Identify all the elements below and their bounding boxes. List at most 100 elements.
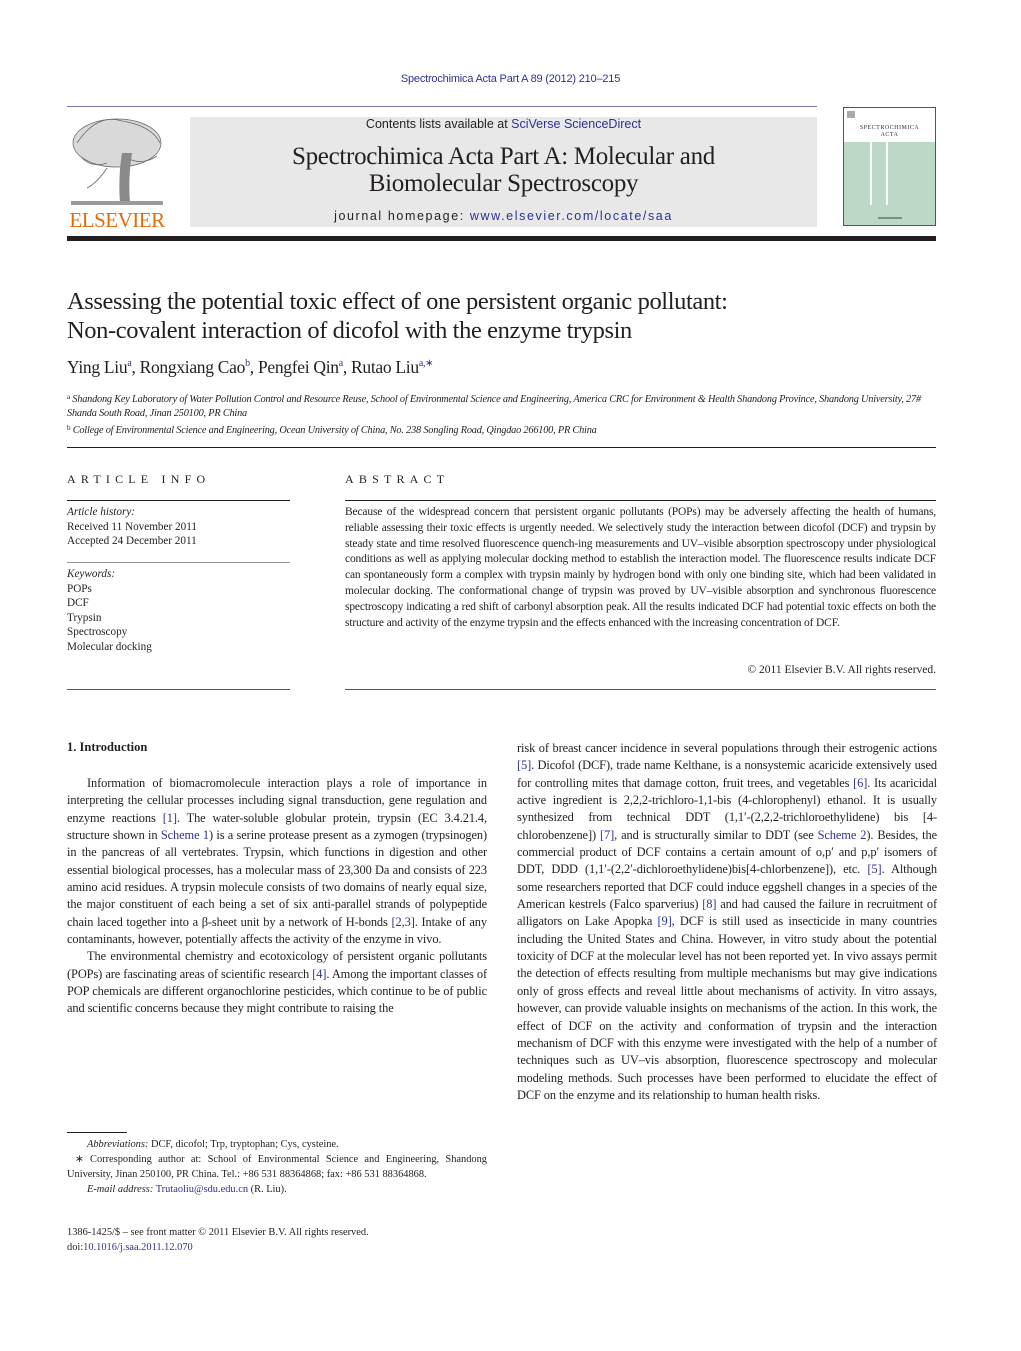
journal-cover-thumbnail[interactable]: SPECTROCHIMICA ACTA bbox=[843, 107, 936, 226]
title-line: Assessing the potential toxic effect of … bbox=[67, 288, 728, 315]
sciencedirect-link[interactable]: SciVerse ScienceDirect bbox=[511, 117, 641, 131]
author[interactable]: Rutao Liua,∗ bbox=[351, 357, 434, 377]
keyword: Trypsin bbox=[67, 611, 102, 624]
keyword: DCF bbox=[67, 597, 89, 610]
homepage-line: journal homepage: www.elsevier.com/locat… bbox=[190, 209, 817, 223]
author[interactable]: Ying Liua bbox=[67, 357, 132, 377]
email-label: E-mail address: bbox=[87, 1184, 154, 1195]
footnote-rule bbox=[67, 1132, 127, 1133]
affiliation-text: Shandong Key Laboratory of Water Polluti… bbox=[67, 394, 921, 419]
divider bbox=[67, 106, 817, 107]
doi-prefix: doi: bbox=[67, 1242, 84, 1253]
doi-line: doi:10.1016/j.saa.2011.12.070 bbox=[67, 1240, 487, 1255]
author-name: Pengfei Qin bbox=[257, 357, 339, 377]
paragraph-continued: risk of breast cancer incidence in sever… bbox=[517, 740, 937, 1104]
reference-link[interactable]: [5] bbox=[517, 758, 531, 772]
keywords: Keywords: POPs DCF Trypsin Spectroscopy … bbox=[67, 567, 290, 655]
paragraph: Information of biomacromolecule interact… bbox=[67, 775, 487, 948]
elsevier-wordmark: ELSEVIER bbox=[69, 208, 165, 232]
keywords-label: Keywords: bbox=[67, 568, 116, 580]
divider bbox=[67, 689, 290, 690]
article-history: Article history: Received 11 November 20… bbox=[67, 505, 290, 549]
affiliation-mark[interactable]: a,∗ bbox=[419, 358, 434, 369]
reference-link[interactable]: [1] bbox=[163, 811, 177, 825]
text-run: risk of breast cancer incidence in sever… bbox=[517, 741, 937, 755]
cover-footer bbox=[878, 217, 902, 219]
affiliation: a Shandong Key Laboratory of Water Pollu… bbox=[67, 390, 937, 421]
journal-title-line: Biomolecular Spectroscopy bbox=[368, 170, 639, 197]
author-list: Ying Liua, Rongxiang Caob, Pengfei Qina,… bbox=[67, 357, 434, 377]
divider bbox=[67, 500, 290, 501]
abbreviations-footnote: Abbreviations: DCF, dicofol; Trp, trypto… bbox=[67, 1137, 487, 1152]
keyword: POPs bbox=[67, 582, 92, 595]
reference-link[interactable]: [4] bbox=[312, 967, 326, 981]
contents-prefix: Contents lists available at bbox=[365, 117, 512, 131]
reference-link[interactable]: [9] bbox=[658, 914, 672, 928]
contents-line: Contents lists available at SciVerse Sci… bbox=[190, 117, 817, 131]
corresponding-author-footnote: ∗ Corresponding author at: School of Env… bbox=[67, 1154, 487, 1180]
cover-stripe bbox=[870, 142, 872, 205]
affiliation: b College of Environmental Science and E… bbox=[67, 421, 937, 438]
reference-link[interactable]: [8] bbox=[702, 897, 716, 911]
front-matter: 1386-1425/$ – see front matter © 2011 El… bbox=[67, 1225, 487, 1255]
title-line: Non-covalent interaction of dicofol with… bbox=[67, 317, 632, 344]
section-heading-introduction: 1. Introduction bbox=[67, 740, 148, 754]
received-date: Received 11 November 2011 bbox=[67, 520, 197, 533]
divider bbox=[345, 689, 936, 690]
abbreviations-text: DCF, dicofol; Trp, tryptophan; Cys, cyst… bbox=[148, 1139, 339, 1150]
email-link[interactable]: Trutaoliu@sdu.edu.cn bbox=[156, 1184, 248, 1195]
reference-link[interactable]: [6] bbox=[853, 776, 867, 790]
journal-title: Spectrochimica Acta Part A: Molecular an… bbox=[190, 143, 817, 197]
cover-title-line: SPECTROCHIMICA bbox=[859, 125, 920, 131]
author-name: Rutao Liu bbox=[351, 357, 419, 377]
affiliation-text: College of Environmental Science and Eng… bbox=[72, 425, 597, 436]
affiliation-mark: b bbox=[67, 424, 71, 432]
abbreviations-label: Abbreviations: bbox=[87, 1139, 149, 1150]
article-title: Assessing the potential toxic effect of … bbox=[67, 287, 947, 345]
homepage-link[interactable]: www.elsevier.com/locate/saa bbox=[470, 209, 673, 223]
affiliation-mark[interactable]: b bbox=[245, 358, 250, 369]
issn-line: 1386-1425/$ – see front matter © 2011 El… bbox=[67, 1227, 369, 1238]
reference-link[interactable]: [5] bbox=[867, 862, 881, 876]
journal-citation[interactable]: Spectrochimica Acta Part A 89 (2012) 210… bbox=[0, 73, 1021, 85]
author-name: Rongxiang Cao bbox=[139, 357, 246, 377]
affiliation-mark[interactable]: a bbox=[127, 358, 131, 369]
body-column-right: risk of breast cancer incidence in sever… bbox=[517, 740, 937, 1104]
cover-title-line: ACTA bbox=[880, 132, 899, 138]
author-name: Ying Liu bbox=[67, 357, 128, 377]
cover-logo-icon bbox=[847, 111, 855, 118]
divider bbox=[67, 447, 936, 448]
footnotes: Abbreviations: DCF, dicofol; Trp, trypto… bbox=[67, 1137, 487, 1197]
doi-link[interactable]: 10.1016/j.saa.2011.12.070 bbox=[83, 1242, 193, 1253]
text-run: ) is a serine protease present as a zymo… bbox=[67, 828, 487, 929]
article-info-heading: ARTICLE INFO bbox=[67, 472, 211, 486]
body-column-left: Information of biomacromolecule interact… bbox=[67, 775, 487, 1018]
abstract-copyright: © 2011 Elsevier B.V. All rights reserved… bbox=[747, 664, 936, 676]
keyword: Molecular docking bbox=[67, 640, 152, 653]
text-run: , DCF is still used as insecticide in ma… bbox=[517, 914, 937, 1102]
history-label: Article history: bbox=[67, 506, 136, 518]
cover-title: SPECTROCHIMICA ACTA bbox=[844, 125, 935, 139]
divider bbox=[67, 562, 290, 563]
divider bbox=[345, 500, 936, 501]
cover-stripe bbox=[886, 142, 888, 205]
text-run: , and is structurally similar to DDT (se… bbox=[614, 827, 818, 842]
paragraph: The environmental chemistry and ecotoxic… bbox=[67, 948, 487, 1017]
abstract-text: Because of the widespread concern that p… bbox=[345, 506, 936, 629]
scheme-link[interactable]: Scheme 1 bbox=[161, 828, 209, 842]
accepted-date: Accepted 24 December 2011 bbox=[67, 535, 197, 548]
reference-link[interactable]: Scheme 2 bbox=[818, 828, 867, 842]
keyword: Spectroscopy bbox=[67, 626, 128, 639]
abstract-heading: ABSTRACT bbox=[345, 472, 450, 486]
email-footnote: E-mail address: Trutaoliu@sdu.edu.cn (R.… bbox=[67, 1182, 487, 1197]
email-suffix: (R. Liu). bbox=[248, 1184, 287, 1195]
author[interactable]: Rongxiang Caob bbox=[140, 357, 250, 377]
homepage-prefix: journal homepage: bbox=[334, 209, 470, 223]
author[interactable]: Pengfei Qina bbox=[258, 357, 343, 377]
citation-link[interactable]: Spectrochimica Acta Part A 89 (2012) 210… bbox=[401, 73, 620, 85]
reference-link[interactable]: [2,3] bbox=[391, 915, 414, 929]
affiliation-mark: a bbox=[67, 393, 70, 401]
journal-title-line: Spectrochimica Acta Part A: Molecular an… bbox=[292, 143, 715, 170]
affiliation-mark[interactable]: a bbox=[339, 358, 343, 369]
reference-link[interactable]: [7] bbox=[600, 828, 614, 842]
